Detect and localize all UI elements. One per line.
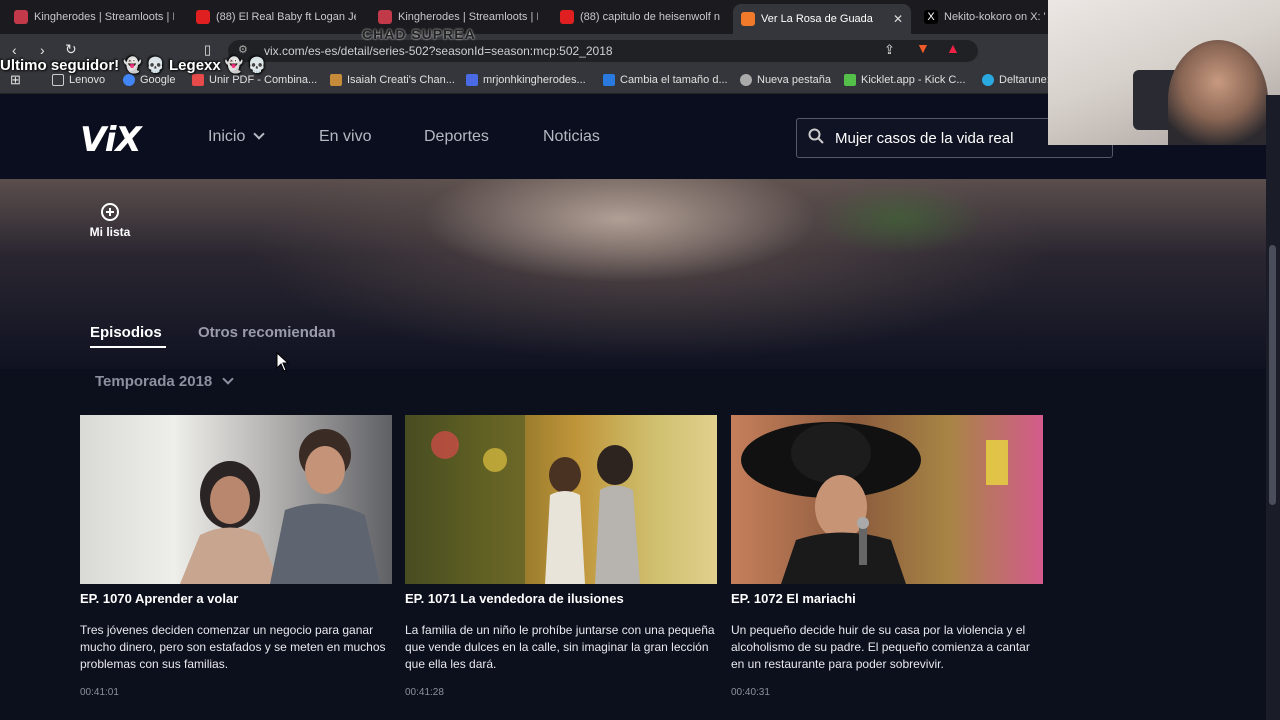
mouse-cursor-icon	[276, 352, 290, 372]
episode-thumbnail[interactable]	[731, 415, 1043, 584]
pdf-icon	[192, 74, 204, 86]
bookmark-label: Kicklet.app - Kick C...	[861, 74, 966, 86]
bookmark-label: mrjonhkingherodes...	[483, 74, 586, 86]
bookmark-label: Isaiah Creati's Chan...	[347, 74, 455, 86]
url-text[interactable]: vix.com/es-es/detail/series-502?seasonId…	[264, 44, 613, 58]
episode-scene-image	[741, 422, 1008, 584]
tab-favicon-icon	[378, 10, 392, 24]
vix-logo[interactable]: ViX	[80, 120, 142, 160]
bookmark-label: Deltarune:	[999, 74, 1050, 86]
bookmark-item[interactable]: Isaiah Creati's Chan...	[330, 74, 455, 86]
follower-alert: Ultimo seguidor! 👻 💀 Legexx 👻 💀	[0, 57, 267, 74]
kicklet-icon	[844, 74, 856, 86]
episode-card[interactable]	[731, 415, 1043, 584]
bookmark-item[interactable]: Cambia el tamaño d...	[603, 74, 728, 86]
tab-label: Kingherodes | Streamloots | I	[34, 11, 174, 23]
episode-title[interactable]: EP. 1072 El mariachi	[731, 591, 856, 606]
search-icon	[808, 128, 824, 144]
season-dropdown[interactable]: Temporada 2018	[95, 373, 234, 390]
bookmark-label: Google	[140, 74, 176, 86]
tab-favicon-icon	[14, 10, 28, 24]
brave-rewards-icon[interactable]: ▲	[946, 40, 960, 56]
chevron-down-icon	[222, 373, 234, 385]
site-settings-icon[interactable]: ⚙	[238, 43, 248, 56]
youtube-icon	[196, 10, 210, 24]
episode-description: Tres jóvenes deciden comenzar un negocio…	[80, 623, 386, 671]
nav-en-vivo[interactable]: En vivo	[319, 128, 371, 146]
bookmark-item[interactable]: mrjonhkingherodes...	[466, 74, 586, 86]
episode-description: Un pequeño decide huir de su casa por la…	[731, 623, 1030, 671]
episode-duration: 00:41:01	[80, 687, 119, 698]
tab-label: (88) El Real Baby ft Logan Jer	[216, 11, 356, 23]
episode-description: La familia de un niño le prohíbe juntars…	[405, 623, 715, 671]
tab-label: Nekito-kokoro on X: "	[944, 11, 1046, 23]
browser-tab-active[interactable]: Ver La Rosa de Guadalup ✕	[733, 4, 911, 34]
share-icon[interactable]: ⇪	[884, 42, 895, 58]
x-logo-icon: X	[924, 10, 938, 24]
bookmark-item[interactable]: Unir PDF - Combina...	[192, 74, 317, 86]
tab-label: Ver La Rosa de Guadalup	[761, 13, 873, 25]
active-tab-underline	[90, 346, 166, 348]
globe-icon	[740, 74, 752, 86]
bookmark-label: Unir PDF - Combina...	[209, 74, 318, 86]
nav-noticias[interactable]: Noticias	[543, 128, 600, 146]
vix-favicon-icon	[741, 12, 755, 26]
nav-inicio[interactable]: Inicio	[208, 128, 266, 146]
plus-circle-icon	[101, 203, 119, 221]
tab-label: Kingherodes | Streamloots | I	[398, 11, 538, 23]
episode-card[interactable]	[80, 415, 392, 584]
chevron-down-icon	[253, 128, 266, 140]
brave-shield-icon[interactable]: ▼	[916, 40, 930, 56]
close-tab-icon[interactable]: ✕	[893, 12, 903, 26]
folder-icon	[52, 74, 64, 86]
tab-otros-recomiendan[interactable]: Otros recomiendan	[198, 324, 336, 341]
bookmark-favicon-icon	[466, 74, 478, 86]
episode-title[interactable]: EP. 1070 Aprender a volar	[80, 591, 238, 606]
channel-icon	[330, 74, 342, 86]
episode-scene-image	[180, 429, 380, 584]
episode-title[interactable]: EP. 1071 La vendedora de ilusiones	[405, 591, 624, 606]
episode-thumbnail[interactable]	[80, 415, 392, 584]
youtube-icon	[560, 10, 574, 24]
bookmark-item[interactable]: Kicklet.app - Kick C...	[844, 74, 966, 86]
tab-episodios[interactable]: Episodios	[90, 324, 162, 341]
deltarune-icon	[982, 74, 994, 86]
browser-tab[interactable]: Kingherodes | Streamloots | I	[378, 6, 538, 28]
mi-lista-label: Mi lista	[89, 225, 131, 239]
search-value[interactable]: Mujer casos de la vida real	[835, 130, 1013, 147]
bookmark-item[interactable]: Deltarune:	[982, 74, 1050, 86]
browser-tab[interactable]: Kingherodes | Streamloots | I	[14, 6, 174, 28]
bookmark-item[interactable]: Google	[123, 74, 175, 86]
browser-tab[interactable]: (88) capitulo de heisenwolf n	[560, 6, 720, 28]
streamer-silhouette	[1168, 40, 1268, 145]
episode-thumbnail[interactable]	[405, 415, 717, 584]
nav-label: Inicio	[208, 128, 246, 145]
tab-label: (88) capitulo de heisenwolf n	[580, 11, 720, 23]
hero-banner	[0, 179, 1266, 369]
browser-tab[interactable]: (88) El Real Baby ft Logan Jer	[196, 6, 356, 28]
browser-tab[interactable]: X Nekito-kokoro on X: "	[924, 6, 1046, 28]
bookmark-label: Lenovo	[69, 74, 106, 86]
mi-lista-button[interactable]: Mi lista	[88, 203, 132, 239]
nav-deportes[interactable]: Deportes	[424, 128, 489, 146]
episode-duration: 00:41:28	[405, 687, 444, 698]
resize-icon	[603, 74, 615, 86]
webcam-overlay	[1048, 0, 1280, 145]
episode-scene-image	[405, 415, 640, 584]
bookmark-item[interactable]: Nueva pestaña	[740, 74, 831, 86]
bookmark-label: Nueva pestaña	[757, 74, 831, 86]
bookmark-label: Cambia el tamaño d...	[620, 74, 728, 86]
episode-duration: 00:40:31	[731, 687, 770, 698]
season-label: Temporada 2018	[95, 373, 213, 390]
scrollbar-thumb[interactable]	[1269, 245, 1276, 505]
google-icon	[123, 74, 135, 86]
bookmark-item[interactable]: Lenovo	[52, 74, 105, 86]
stream-overlay-label: CHAD SUPREA	[362, 26, 476, 42]
episode-card[interactable]	[405, 415, 717, 584]
apps-grid-icon[interactable]: ⊞	[10, 72, 21, 88]
